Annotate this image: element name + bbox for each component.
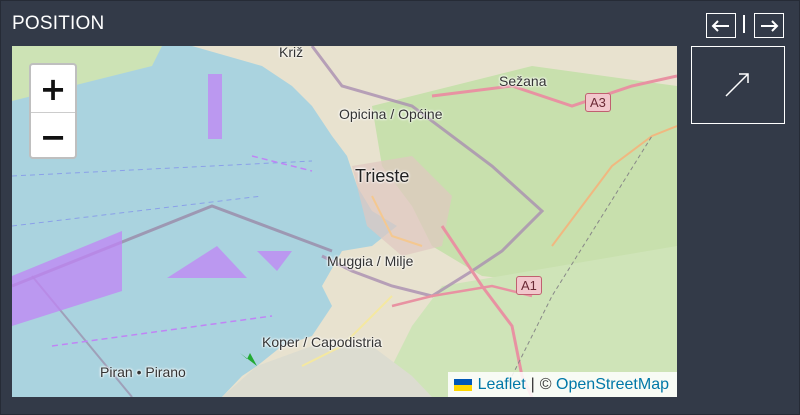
arrow-left-icon: [711, 19, 729, 32]
nav-divider: [743, 15, 745, 33]
map-label-piran: Piran • Pirano: [100, 364, 186, 380]
zoom-out-button[interactable]: −: [31, 113, 75, 157]
map-view[interactable]: Križ Sežana Opicina / Općine Trieste Mug…: [12, 46, 677, 397]
attribution-separator: |: [530, 375, 535, 393]
zoom-control: + −: [29, 63, 77, 159]
previous-button[interactable]: [706, 13, 736, 38]
leaflet-link[interactable]: Leaflet: [478, 376, 526, 394]
road-shield-a1: A1: [516, 276, 542, 295]
road-shield-a3: A3: [585, 93, 611, 112]
zoom-in-button[interactable]: +: [31, 65, 75, 113]
arrow-up-right-icon: [725, 73, 749, 97]
map-label-opicina: Opicina / Općine: [339, 106, 443, 122]
panel-title: POSITION: [12, 13, 105, 34]
map-label-koper: Koper / Capodistria: [262, 334, 382, 350]
ukraine-flag-icon: [453, 378, 472, 391]
arrow-right-icon: [761, 19, 779, 32]
map-label-muggia: Muggia / Milje: [327, 253, 414, 269]
map-label-kriz: Križ: [279, 46, 304, 60]
map-label-trieste: Trieste: [355, 166, 410, 186]
position-panel: POSITION Križ Sežana Opicina / Općine Tr…: [0, 0, 800, 415]
map-label-sezana: Sežana: [499, 73, 547, 89]
openstreetmap-link[interactable]: OpenStreetMap: [556, 376, 669, 394]
direction-indicator: [691, 46, 785, 124]
next-button[interactable]: [754, 13, 784, 38]
map-attribution: Leaflet | © OpenStreetMap: [447, 372, 677, 397]
copyright-symbol: ©: [539, 375, 552, 393]
